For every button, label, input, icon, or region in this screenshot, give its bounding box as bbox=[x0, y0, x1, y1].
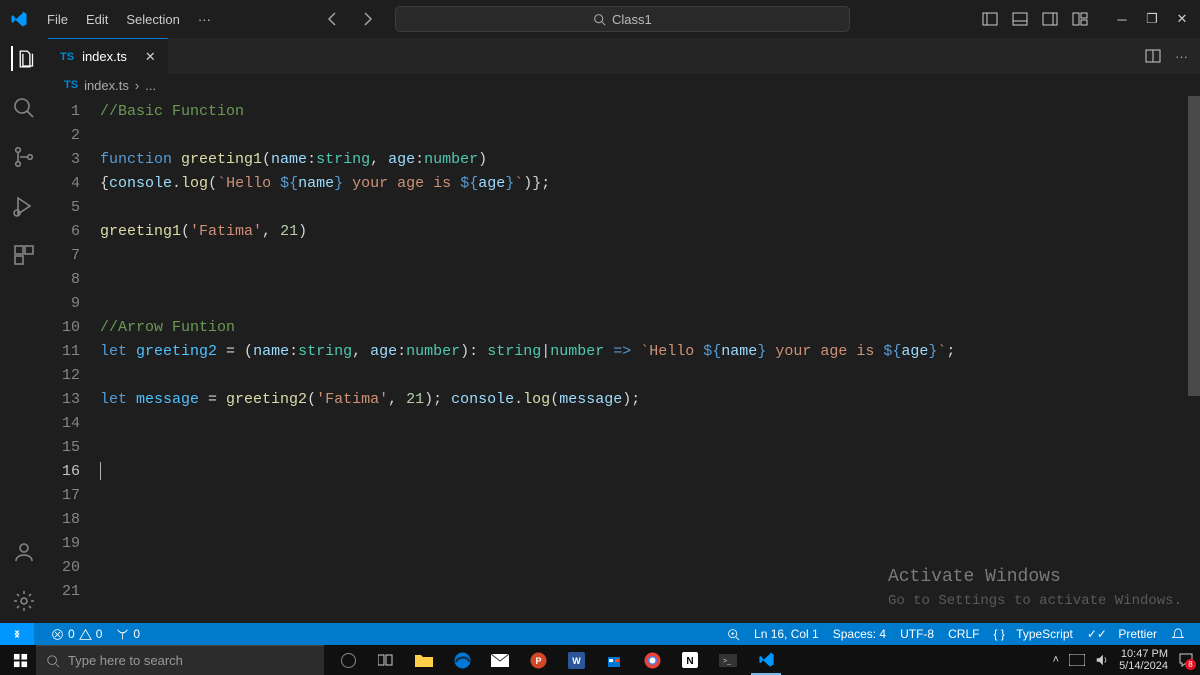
split-editor-icon[interactable] bbox=[1145, 48, 1161, 64]
breadcrumb[interactable]: TS index.ts › ... bbox=[48, 74, 1200, 96]
notification-badge: 8 bbox=[1185, 659, 1196, 670]
vertical-scrollbar[interactable] bbox=[1188, 96, 1200, 623]
antenna-icon bbox=[116, 628, 129, 641]
vscode-taskbar-icon[interactable] bbox=[751, 645, 781, 675]
mail-icon[interactable] bbox=[485, 645, 515, 675]
eol-status[interactable]: CRLF bbox=[941, 627, 986, 641]
run-debug-icon[interactable] bbox=[12, 193, 37, 218]
tabbar: TS index.ts ✕ ··· bbox=[48, 38, 1200, 74]
problems-status[interactable]: 0 0 bbox=[44, 627, 109, 641]
breadcrumb-more: ... bbox=[145, 78, 156, 93]
volume-icon[interactable] bbox=[1095, 653, 1109, 667]
show-hidden-icon[interactable]: ˄ bbox=[1053, 654, 1059, 666]
vscode-logo-icon bbox=[10, 10, 28, 28]
zoom-icon bbox=[727, 628, 740, 641]
code-content[interactable]: //Basic Function function greeting1(name… bbox=[100, 96, 955, 623]
watermark-sub: Go to Settings to activate Windows. bbox=[888, 589, 1182, 613]
tab-close-icon[interactable]: ✕ bbox=[145, 49, 156, 65]
file-explorer-icon[interactable] bbox=[409, 645, 439, 675]
cursor-position[interactable]: Ln 16, Col 1 bbox=[747, 627, 826, 641]
double-check-icon: ✓✓ bbox=[1087, 627, 1107, 641]
indentation-status[interactable]: Spaces: 4 bbox=[826, 627, 893, 641]
explorer-icon[interactable] bbox=[11, 46, 36, 71]
warning-icon bbox=[79, 628, 92, 641]
action-center-icon[interactable]: 8 bbox=[1178, 652, 1194, 668]
activate-windows-watermark: Activate Windows Go to Settings to activ… bbox=[888, 565, 1182, 613]
titlebar: File Edit Selection ··· Class1 ─ ❐ ✕ bbox=[0, 0, 1200, 38]
encoding-status[interactable]: UTF-8 bbox=[893, 627, 941, 641]
taskbar-search-placeholder: Type here to search bbox=[68, 653, 183, 668]
menu-overflow[interactable]: ··· bbox=[189, 12, 220, 27]
menu-selection[interactable]: Selection bbox=[117, 12, 188, 27]
layout-bottom-icon[interactable] bbox=[1012, 11, 1028, 27]
tab-label: index.ts bbox=[82, 49, 127, 64]
menu-file[interactable]: File bbox=[38, 12, 77, 27]
svg-text:W: W bbox=[572, 656, 581, 666]
input-indicator-icon[interactable] bbox=[1069, 654, 1085, 666]
store-icon[interactable] bbox=[599, 645, 629, 675]
minimize-icon[interactable]: ─ bbox=[1114, 12, 1130, 27]
typescript-badge-icon: TS bbox=[60, 51, 74, 63]
svg-text:P: P bbox=[535, 656, 541, 666]
clock[interactable]: 10:47 PM 5/14/2024 bbox=[1119, 648, 1168, 672]
task-view-icon[interactable] bbox=[371, 645, 401, 675]
search-icon bbox=[593, 13, 606, 26]
settings-gear-icon[interactable] bbox=[12, 588, 37, 613]
start-button-icon[interactable] bbox=[4, 653, 36, 668]
command-center-text: Class1 bbox=[612, 12, 652, 27]
scroll-thumb[interactable] bbox=[1188, 96, 1200, 396]
command-center[interactable]: Class1 bbox=[395, 6, 850, 32]
remote-indicator-icon[interactable] bbox=[0, 623, 34, 645]
svg-text:N: N bbox=[686, 656, 693, 667]
watermark-title: Activate Windows bbox=[888, 565, 1182, 589]
breadcrumb-file: index.ts bbox=[84, 78, 129, 93]
cortana-icon[interactable] bbox=[341, 653, 356, 668]
line-gutter: 123456789101112131415161718192021 bbox=[48, 96, 100, 623]
braces-icon: { } bbox=[993, 627, 1004, 641]
typescript-badge-icon: TS bbox=[64, 79, 78, 91]
edge-icon[interactable] bbox=[447, 645, 477, 675]
maximize-icon[interactable]: ❐ bbox=[1144, 11, 1160, 27]
prettier-status[interactable]: ✓✓ Prettier bbox=[1080, 627, 1164, 641]
zoom-status[interactable] bbox=[720, 627, 747, 641]
system-tray: ˄ 10:47 PM 5/14/2024 8 bbox=[1053, 648, 1200, 672]
main-area: TS index.ts ✕ ··· TS index.ts › ... 1234… bbox=[0, 38, 1200, 623]
editor-area: TS index.ts ✕ ··· TS index.ts › ... 1234… bbox=[48, 38, 1200, 623]
error-icon bbox=[51, 628, 64, 641]
statusbar: 0 0 0 Ln 16, Col 1 Spaces: 4 UTF-8 CRLF … bbox=[0, 623, 1200, 645]
code-editor[interactable]: 123456789101112131415161718192021 //Basi… bbox=[48, 96, 1200, 623]
cursor bbox=[100, 462, 101, 480]
accounts-icon[interactable] bbox=[12, 539, 37, 564]
layout-right-icon[interactable] bbox=[1042, 11, 1058, 27]
word-icon[interactable]: W bbox=[561, 645, 591, 675]
notion-icon[interactable]: N bbox=[675, 645, 705, 675]
layout-left-icon[interactable] bbox=[982, 11, 998, 27]
close-icon[interactable]: ✕ bbox=[1174, 11, 1190, 27]
powerpoint-icon[interactable]: P bbox=[523, 645, 553, 675]
terminal-icon[interactable]: >_ bbox=[713, 645, 743, 675]
extensions-icon[interactable] bbox=[12, 242, 37, 267]
chrome-icon[interactable] bbox=[637, 645, 667, 675]
nav-back-icon[interactable] bbox=[325, 11, 341, 27]
chevron-right-icon: › bbox=[135, 78, 139, 93]
search-panel-icon[interactable] bbox=[12, 95, 37, 120]
activitybar bbox=[0, 38, 48, 623]
taskbar-search[interactable]: Type here to search bbox=[36, 645, 324, 675]
svg-text:>_: >_ bbox=[723, 658, 731, 665]
notifications-icon[interactable] bbox=[1164, 627, 1192, 641]
windows-taskbar: Type here to search P W N >_ ˄ 10:47 PM … bbox=[0, 645, 1200, 675]
more-actions-icon[interactable]: ··· bbox=[1175, 49, 1188, 64]
language-mode[interactable]: { } TypeScript bbox=[986, 627, 1079, 641]
tab-index-ts[interactable]: TS index.ts ✕ bbox=[48, 38, 168, 74]
source-control-icon[interactable] bbox=[12, 144, 37, 169]
customize-layout-icon[interactable] bbox=[1072, 11, 1088, 27]
search-icon bbox=[46, 654, 60, 668]
nav-forward-icon[interactable] bbox=[359, 11, 375, 27]
ports-status[interactable]: 0 bbox=[109, 627, 147, 641]
taskbar-apps: P W N >_ bbox=[334, 645, 781, 675]
menu-edit[interactable]: Edit bbox=[77, 12, 117, 27]
